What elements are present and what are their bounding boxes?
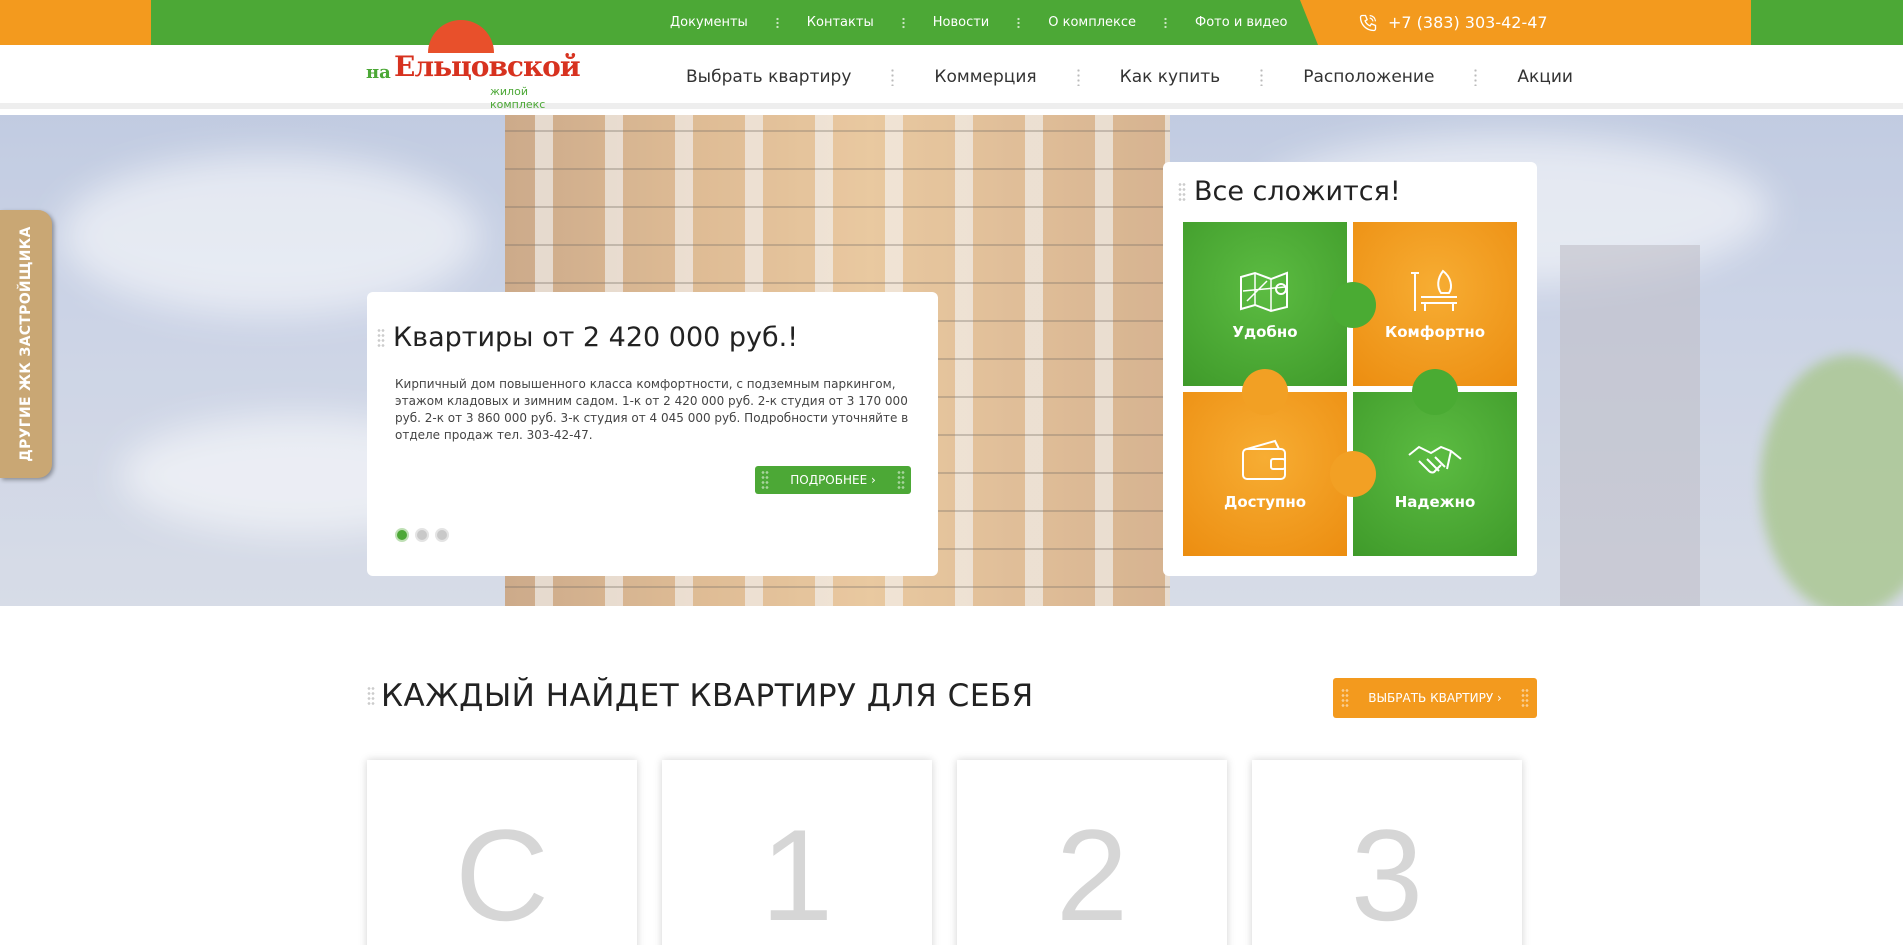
slide-card: Квартиры от 2 420 000 руб.! Кирпичный до…	[367, 292, 938, 576]
feature-affordable[interactable]: Доступно	[1183, 392, 1347, 556]
features-heading: Все сложится!	[1178, 176, 1401, 207]
feature-affordable-label: Доступно	[1223, 493, 1307, 511]
top-bar-right-accent	[1751, 0, 1903, 45]
nav-promotions[interactable]: Акции	[1517, 67, 1573, 87]
top-nav-media[interactable]: Фото и видео	[1195, 15, 1287, 30]
more-button[interactable]: ПОДРОБНЕЕ ›	[755, 466, 911, 494]
top-nav: Документы Контакты Новости О комплексе Ф…	[670, 0, 1287, 45]
feature-comfortable-label: Комфортно	[1384, 323, 1486, 341]
slider-dot-3[interactable]	[435, 528, 449, 542]
feature-convenient[interactable]: Удобно	[1183, 222, 1347, 386]
nav-separator	[1260, 68, 1264, 86]
top-nav-separator	[1164, 16, 1168, 29]
park-bench-icon	[1411, 269, 1457, 311]
feature-reliable[interactable]: Надежно	[1353, 392, 1517, 556]
apartment-type-cards: С 1 2 3	[367, 760, 1522, 945]
top-bar: Документы Контакты Новости О комплексе Ф…	[0, 0, 1903, 45]
nav-location[interactable]: Расположение	[1303, 67, 1434, 87]
grip-icon	[377, 327, 385, 348]
phone-block: +7 (383) 303-42-47	[1300, 0, 1751, 45]
phone-link[interactable]: +7 (383) 303-42-47	[1358, 0, 1548, 45]
nav-commercial[interactable]: Коммерция	[934, 67, 1036, 87]
top-nav-separator	[1017, 16, 1021, 29]
card-label: С	[455, 802, 549, 945]
feature-reliable-label: Надежно	[1394, 493, 1476, 511]
grip-icon	[1341, 688, 1349, 708]
slide-title: Квартиры от 2 420 000 руб.!	[393, 322, 799, 353]
card-one-room[interactable]: 1	[662, 760, 932, 945]
logo[interactable]: на Ельцовской жилой комплекс	[366, 20, 586, 111]
grip-icon	[1521, 688, 1529, 708]
card-studio[interactable]: С	[367, 760, 637, 945]
card-label: 1	[760, 802, 834, 945]
slide-text: Кирпичный дом повышенного класса комфорт…	[395, 377, 909, 442]
other-projects-tab[interactable]: ДРУГИЕ ЖК ЗАСТРОЙЩИКА	[0, 210, 52, 478]
phone-number: +7 (383) 303-42-47	[1388, 13, 1548, 32]
top-nav-about[interactable]: О комплексе	[1048, 15, 1136, 30]
features-card: Все сложится! Удобно Комфортно Доступно …	[1163, 162, 1537, 576]
nav-choose-apartment[interactable]: Выбрать квартиру	[686, 67, 851, 87]
card-three-room[interactable]: 3	[1252, 760, 1522, 945]
top-nav-separator	[901, 16, 905, 29]
puzzle-knob	[1330, 451, 1376, 497]
slide-heading: Квартиры от 2 420 000 руб.!	[377, 322, 798, 353]
top-bar-left-accent	[0, 0, 151, 45]
feature-comfortable[interactable]: Комфортно	[1353, 222, 1517, 386]
card-label: 3	[1350, 802, 1424, 945]
hero-overlay	[0, 115, 1903, 606]
choose-apartment-label: ВЫБРАТЬ КВАРТИРУ ›	[1368, 691, 1502, 705]
top-nav-separator	[775, 16, 779, 29]
logo-name: Ельцовской	[394, 50, 581, 83]
card-two-room[interactable]: 2	[957, 760, 1227, 945]
slider-dot-1[interactable]	[395, 528, 409, 542]
features-title: Все сложится!	[1194, 176, 1401, 207]
section-title: КАЖДЫЙ НАЙДЕТ КВАРТИРУ ДЛЯ СЕБЯ	[381, 678, 1034, 714]
puzzle-knob	[1242, 369, 1288, 415]
handshake-icon	[1408, 445, 1462, 474]
logo-subtitle: жилой комплекс	[490, 85, 546, 111]
map-icon	[1240, 271, 1288, 313]
top-nav-contacts[interactable]: Контакты	[807, 15, 874, 30]
nav-separator	[891, 68, 895, 86]
nav-separator	[1076, 68, 1080, 86]
grip-icon	[761, 470, 769, 490]
slider-dot-2[interactable]	[415, 528, 429, 542]
top-nav-documents[interactable]: Документы	[670, 15, 748, 30]
more-button-label: ПОДРОБНЕЕ ›	[790, 473, 876, 487]
other-projects-label: ДРУГИЕ ЖК ЗАСТРОЙЩИКА	[18, 226, 34, 462]
features-puzzle: Удобно Комфортно Доступно Надежно	[1183, 222, 1517, 556]
logo-fox-arc	[428, 20, 494, 53]
choose-apartment-button[interactable]: ВЫБРАТЬ КВАРТИРУ ›	[1333, 678, 1537, 718]
section-heading: КАЖДЫЙ НАЙДЕТ КВАРТИРУ ДЛЯ СЕБЯ	[367, 678, 1034, 714]
feature-convenient-label: Удобно	[1232, 323, 1298, 341]
grip-icon	[897, 470, 905, 490]
main-nav: Выбрать квартиру Коммерция Как купить Ра…	[686, 45, 1573, 109]
top-nav-news[interactable]: Новости	[933, 15, 990, 30]
phone-icon	[1359, 14, 1377, 31]
puzzle-knob	[1330, 282, 1376, 328]
slider-dots	[395, 528, 449, 542]
hero-banner	[0, 115, 1903, 606]
wallet-icon	[1242, 439, 1286, 480]
nav-separator	[1474, 68, 1478, 86]
grip-icon	[1178, 181, 1186, 202]
puzzle-knob	[1412, 369, 1458, 415]
grip-icon	[367, 686, 375, 706]
nav-how-to-buy[interactable]: Как купить	[1120, 67, 1221, 87]
card-label: 2	[1055, 802, 1129, 945]
logo-prefix: на	[366, 62, 391, 83]
